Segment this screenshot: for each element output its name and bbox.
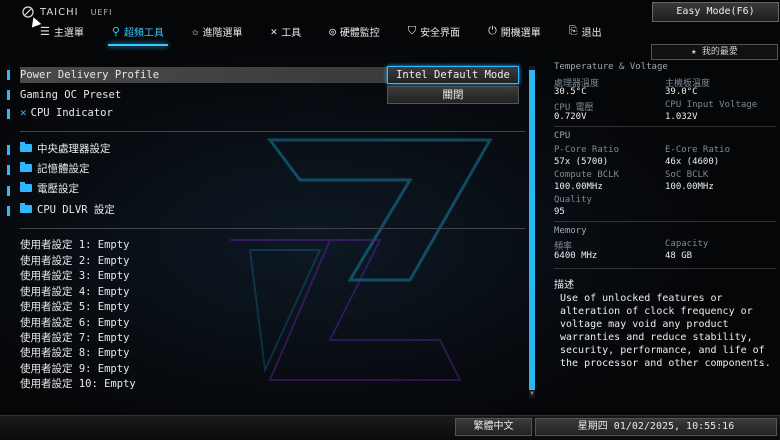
brand-name: TAICHI (40, 6, 79, 18)
user-profile-5[interactable]: 使用者設定 5: Empty (20, 299, 129, 315)
ecore-label: E-Core Ratio (665, 145, 731, 155)
cpu-temp-value: 30.5°C (554, 87, 587, 97)
user-profile-4[interactable]: 使用者設定 4: Empty (20, 284, 129, 300)
user-profile-6[interactable]: 使用者設定 6: Empty (20, 315, 129, 331)
wrench-icon: ✕ (20, 106, 27, 119)
brand-sub: UEFI (90, 7, 113, 17)
user-profile-2[interactable]: 使用者設定 2: Empty (20, 253, 129, 269)
main-tabs: ☰ 主選單 ⚲ 超頻工具 ✩ 進階選單 ✕ 工具 ◎ 硬體監控 ⛉ 安全界面 ⏻ 開機選單 ⎘… (40, 22, 630, 46)
monitor-icon: ◎ (329, 24, 336, 38)
exit-icon: ⎘ (568, 24, 578, 37)
power-icon: ⏻ (488, 24, 497, 37)
description-text: Use of unlocked features or alteration o… (560, 293, 771, 369)
gaming-oc-preset-row[interactable]: Gaming OC Preset (20, 87, 121, 103)
item-marker (7, 186, 10, 196)
item-marker (7, 165, 10, 175)
settings-scrollbar[interactable]: ▼ (529, 66, 535, 398)
easy-mode-button[interactable]: Easy Mode(F6) (652, 2, 779, 22)
soc-bclk-label: SoC BCLK (665, 170, 709, 180)
quality-label: Quality (554, 195, 592, 205)
tab-advanced[interactable]: ✩ 進階選單 (192, 22, 243, 40)
tab-security[interactable]: ⛉ 安全界面 (408, 22, 460, 40)
mb-temp-value: 39.0°C (665, 87, 698, 97)
folder-cpu-config[interactable]: 中央處理器設定 (20, 141, 111, 157)
folder-icon (20, 162, 32, 172)
folder-icon (20, 203, 32, 213)
user-profile-7[interactable]: 使用者設定 7: Empty (20, 330, 129, 346)
top-bar: TAICHI UEFI Easy Mode(F6) ☰ 主選單 ⚲ 超頻工具 ✩ 進階… (0, 0, 780, 60)
cpu-volt-value: 0.720V (554, 112, 587, 122)
scroll-down-arrow-icon[interactable]: ▼ (529, 390, 535, 397)
language-button[interactable]: 繁體中文 (455, 418, 532, 436)
capacity-label: Capacity (665, 239, 709, 249)
capacity-value: 48 GB (665, 251, 693, 261)
item-marker (7, 109, 10, 119)
folder-cpu-dlvr[interactable]: CPU DLVR 設定 (20, 202, 115, 218)
memory-title: Memory (554, 226, 587, 236)
cpu-input-label: CPU Input Voltage (665, 100, 758, 110)
user-profile-10[interactable]: 使用者設定 10: Empty (20, 376, 136, 392)
compute-bclk-label: Compute BCLK (554, 170, 620, 180)
power-delivery-profile-row[interactable]: Power Delivery Profile (20, 67, 396, 83)
taichi-logo-icon (22, 6, 34, 18)
user-profile-8[interactable]: 使用者設定 8: Empty (20, 345, 129, 361)
favorites-button[interactable]: ★ 我的最愛 (651, 44, 778, 60)
item-marker (7, 145, 10, 155)
user-profile-3[interactable]: 使用者設定 3: Empty (20, 268, 129, 284)
cpu-indicator-row[interactable]: ✕ CPU Indicator (20, 105, 113, 121)
divider (554, 126, 776, 127)
tab-tools[interactable]: ✕ 工具 (271, 22, 302, 40)
user-profile-1[interactable]: 使用者設定 1: Empty (20, 237, 129, 253)
cpu-input-value: 1.032V (665, 112, 698, 122)
description-title: 描述 (554, 280, 574, 291)
star-icon: ✩ (191, 24, 199, 38)
tab-exit[interactable]: ⎘ 退出 (569, 22, 602, 40)
compute-bclk-value: 100.00MHz (554, 182, 603, 192)
pcore-label: P-Core Ratio (554, 145, 620, 155)
folder-dram-config[interactable]: 記憶體設定 (20, 161, 90, 177)
shield-icon: ⛉ (407, 24, 417, 37)
rocket-icon: ⚲ (111, 24, 120, 38)
user-profile-9[interactable]: 使用者設定 9: Empty (20, 361, 129, 377)
divider (554, 268, 776, 269)
folder-voltage-config[interactable]: 電壓設定 (20, 181, 79, 197)
divider (554, 221, 776, 222)
pcore-value: 57x (5700) (554, 157, 609, 167)
background-logo-graphic (230, 138, 493, 381)
datetime-display: 星期四 01/02/2025, 10:55:16 (535, 418, 777, 436)
divider (20, 131, 525, 132)
star-icon: ★ (691, 47, 697, 57)
tab-hw-monitor[interactable]: ◎ 硬體監控 (329, 22, 380, 40)
list-icon: ☰ (40, 24, 50, 38)
folder-icon (20, 142, 32, 152)
tv-title: Temperature & Voltage (554, 62, 668, 72)
gaming-oc-preset-value[interactable]: 關閉 (387, 86, 519, 104)
soc-bclk-value: 100.00MHz (665, 182, 714, 192)
folder-icon (20, 182, 32, 192)
power-delivery-profile-value[interactable]: Intel Default Mode (387, 66, 519, 84)
scrollbar-thumb[interactable] (529, 70, 535, 390)
freq-value: 6400 MHz (554, 251, 598, 261)
divider (20, 228, 525, 229)
tools-icon: ✕ (270, 24, 278, 38)
quality-value: 95 (554, 207, 565, 217)
ecore-value: 46x (4600) (665, 157, 720, 167)
tab-oc-tweaker[interactable]: ⚲ 超頻工具 (107, 22, 169, 46)
item-marker (7, 90, 10, 100)
tab-boot[interactable]: ⏻ 開機選單 (488, 22, 541, 40)
item-marker (7, 206, 10, 216)
cpu-title: CPU (554, 131, 571, 141)
tab-main[interactable]: ☰ 主選單 (40, 22, 84, 40)
selection-marker (7, 70, 10, 80)
